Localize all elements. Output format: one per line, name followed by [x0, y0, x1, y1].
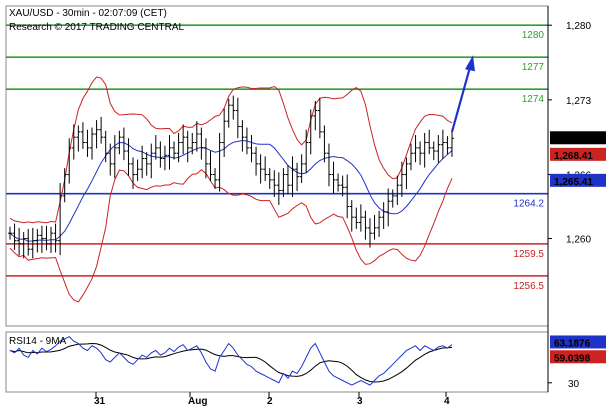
- x-axis: 31 Aug 2 3 4: [94, 392, 450, 407]
- rsi-y-tick-label: 30: [568, 379, 580, 390]
- price-tag: 1,268.41: [554, 151, 593, 162]
- chart-title: XAU/USD - 30min - 02:07:09 (CET): [9, 8, 167, 19]
- level-label-1277: 1277: [522, 62, 545, 73]
- frame: [5, 5, 549, 393]
- x-tick-label: 31: [94, 396, 106, 407]
- price-tag: 1,265.41: [554, 177, 593, 188]
- price-tag: 1,269.4: [554, 134, 588, 145]
- price-tags: 1,269.4 1,268.41 1,265.41 63.1876 59.0398: [550, 131, 606, 364]
- y-tick-label: 1,273: [566, 96, 591, 107]
- price-chart[interactable]: 1280 1277 1274 1264.2 1259.5 1256.5 1,280 1,27…: [0, 0, 608, 416]
- chart-subtitle: Research © 2017 TRADING CENTRAL: [9, 22, 184, 33]
- x-tick-label: 4: [444, 396, 450, 407]
- level-label-1264.2: 1264.2: [513, 199, 544, 210]
- x-tick-label: 2: [267, 396, 273, 407]
- y-axis: 1,2801,2731,2661,26030: [547, 6, 591, 392]
- main-panel-border: [5, 5, 549, 327]
- level-label-1280: 1280: [522, 30, 545, 41]
- y-tick-label: 1,280: [566, 21, 591, 32]
- rsi-tag: 59.0398: [554, 353, 591, 364]
- rsi-panel-border: [5, 331, 549, 393]
- y-tick-label: 1,260: [566, 235, 591, 246]
- x-tick-label: 3: [357, 396, 363, 407]
- level-label-1274: 1274: [522, 94, 545, 105]
- level-label-1259.5: 1259.5: [513, 249, 544, 260]
- level-label-1256.5: 1256.5: [513, 281, 544, 292]
- x-tick-label: Aug: [188, 396, 207, 407]
- rsi-title: RSI14 - 9MA: [9, 336, 67, 347]
- rsi-tag: 63.1876: [554, 338, 591, 349]
